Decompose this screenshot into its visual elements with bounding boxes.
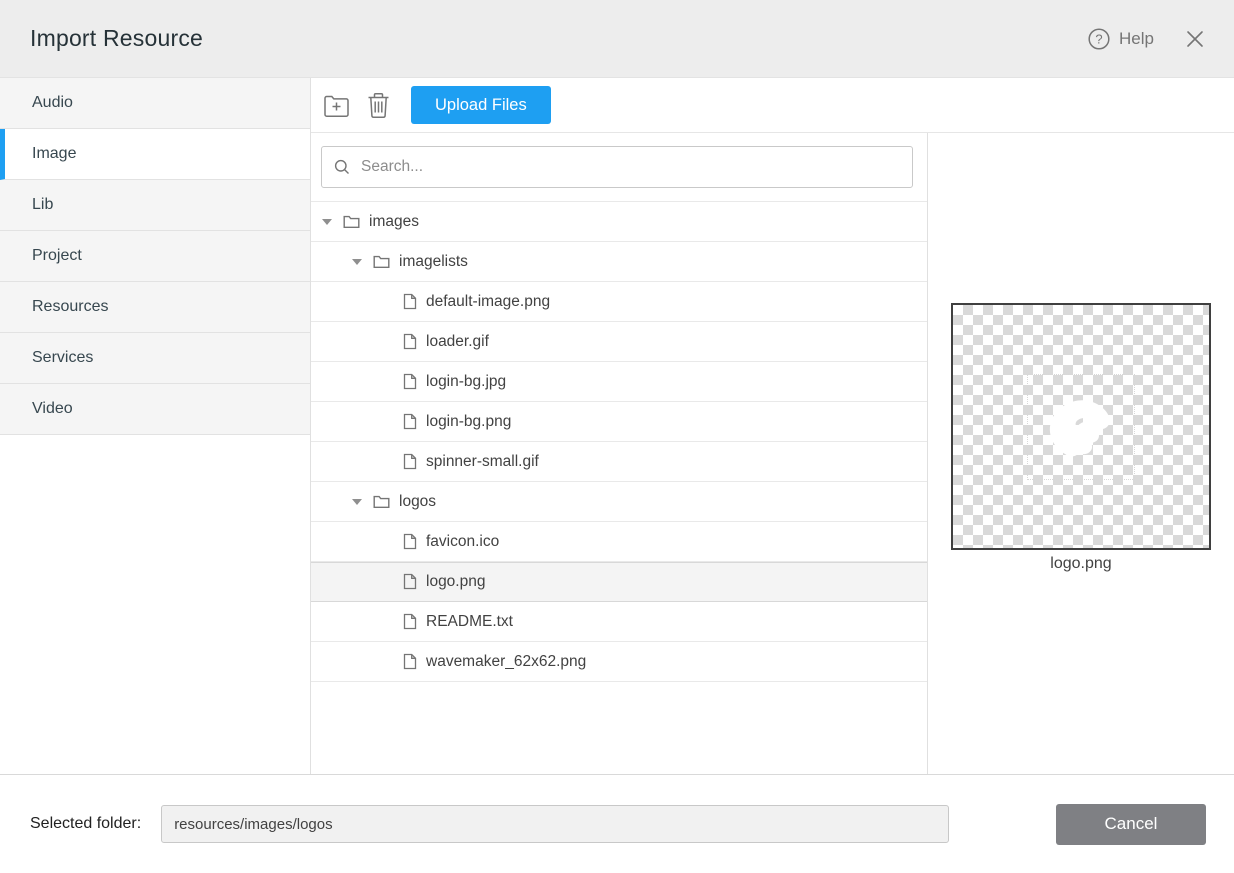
resource-type-sidebar: Audio Image Lib Project Resources Services Vid…	[0, 78, 311, 774]
search-input[interactable]	[359, 157, 900, 177]
tree-folder-row[interactable]: imagelists	[311, 242, 927, 282]
folder-icon	[373, 494, 390, 509]
new-folder-icon	[323, 93, 350, 118]
tree-node-label: logos	[399, 493, 436, 511]
tree-file-row[interactable]: spinner-small.gif	[311, 442, 927, 482]
tree-file-row[interactable]: loader.gif	[311, 322, 927, 362]
new-folder-button[interactable]	[323, 93, 350, 118]
tree-file-row[interactable]: favicon.ico	[311, 522, 927, 562]
file-browser: images imagelists default-image.png loader.…	[311, 133, 928, 774]
svg-text:?: ?	[1095, 31, 1102, 46]
folder-icon	[343, 214, 360, 229]
close-button[interactable]	[1186, 30, 1204, 48]
tree-folder-row[interactable]: images	[311, 202, 927, 242]
file-icon	[403, 613, 417, 630]
delete-icon	[367, 92, 390, 119]
tree-node-label: imagelists	[399, 253, 468, 271]
file-icon	[403, 453, 417, 470]
content-area: Upload Files	[311, 78, 1234, 774]
circle-question-icon: ?	[1088, 28, 1110, 50]
caret-down-icon[interactable]	[351, 499, 363, 505]
file-icon	[403, 293, 417, 310]
tree-file-row[interactable]: README.txt	[311, 602, 927, 642]
search-icon	[334, 159, 350, 175]
header-actions: ? Help	[1088, 28, 1204, 50]
tree-node-label: logo.png	[426, 573, 485, 591]
caret-down-icon[interactable]	[351, 259, 363, 265]
upload-files-button[interactable]: Upload Files	[411, 86, 551, 124]
tree-node-label: default-image.png	[426, 293, 550, 311]
search-area	[311, 133, 927, 201]
file-icon	[403, 373, 417, 390]
tree-file-row[interactable]: wavemaker_62x62.png	[311, 642, 927, 682]
sidebar-item-video[interactable]: Video	[0, 384, 310, 435]
tree-node-label: loader.gif	[426, 333, 489, 351]
tree-file-row[interactable]: login-bg.png	[311, 402, 927, 442]
close-icon	[1186, 30, 1204, 48]
dialog-title: Import Resource	[30, 25, 203, 52]
search-box[interactable]	[321, 146, 913, 188]
tree-file-row[interactable]: default-image.png	[311, 282, 927, 322]
file-icon	[403, 533, 417, 550]
image-bounds-outline	[1027, 374, 1135, 480]
tree-node-label: wavemaker_62x62.png	[426, 653, 586, 671]
sidebar-item-project[interactable]: Project	[0, 231, 310, 282]
help-label: Help	[1119, 29, 1154, 49]
sidebar-item-label: Audio	[32, 94, 73, 112]
toolbar: Upload Files	[311, 78, 1234, 133]
dialog-footer: Selected folder: Cancel	[0, 774, 1234, 873]
tree-node-label: favicon.ico	[426, 533, 499, 551]
cancel-button[interactable]: Cancel	[1056, 804, 1206, 845]
preview-panel: logo.png	[928, 133, 1234, 774]
file-icon	[403, 413, 417, 430]
preview-caption: logo.png	[1050, 555, 1111, 573]
sidebar-item-audio[interactable]: Audio	[0, 78, 310, 129]
sidebar-item-label: Video	[32, 400, 73, 418]
image-preview	[951, 303, 1211, 550]
tree-file-row[interactable]: logo.png	[311, 562, 927, 602]
sidebar-item-label: Project	[32, 247, 82, 265]
tree-file-row[interactable]: login-bg.jpg	[311, 362, 927, 402]
selected-folder-label: Selected folder:	[30, 815, 141, 833]
sidebar-item-resources[interactable]: Resources	[0, 282, 310, 333]
sidebar-item-services[interactable]: Services	[0, 333, 310, 384]
import-resource-dialog: Import Resource ? Help	[0, 0, 1234, 873]
tree-node-label: images	[369, 213, 419, 231]
file-icon	[403, 333, 417, 350]
sidebar-item-label: Services	[32, 349, 93, 367]
tree-node-label: README.txt	[426, 613, 513, 631]
folder-icon	[373, 254, 390, 269]
dialog-header: Import Resource ? Help	[0, 0, 1234, 78]
help-button[interactable]: ? Help	[1088, 28, 1154, 50]
sidebar-item-label: Lib	[32, 196, 53, 214]
file-icon	[403, 573, 417, 590]
selected-folder-input[interactable]	[161, 805, 949, 843]
caret-down-icon[interactable]	[321, 219, 333, 225]
file-tree: images imagelists default-image.png loader.…	[311, 201, 927, 774]
delete-button[interactable]	[367, 92, 390, 119]
sidebar-item-lib[interactable]: Lib	[0, 180, 310, 231]
dialog-body: Audio Image Lib Project Resources Services Vid…	[0, 78, 1234, 774]
tree-node-label: login-bg.png	[426, 413, 511, 431]
sidebar-item-image[interactable]: Image	[0, 129, 310, 180]
tree-folder-row[interactable]: logos	[311, 482, 927, 522]
sidebar-item-label: Image	[32, 145, 76, 163]
sidebar-item-label: Resources	[32, 298, 108, 316]
tree-node-label: spinner-small.gif	[426, 453, 539, 471]
tree-node-label: login-bg.jpg	[426, 373, 506, 391]
file-icon	[403, 653, 417, 670]
wavemaker-logo-image	[1039, 387, 1123, 467]
content-columns: images imagelists default-image.png loader.…	[311, 133, 1234, 774]
